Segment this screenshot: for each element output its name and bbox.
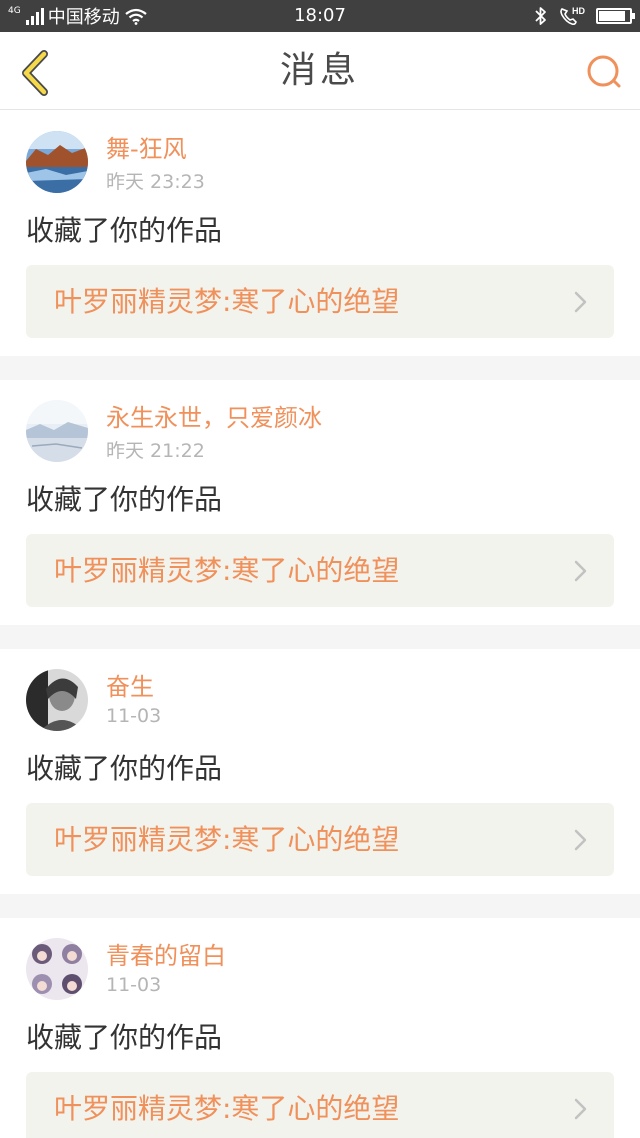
message-card: 舞-狂风 昨天 23:23 收藏了你的作品 叶罗丽精灵梦:寒了心的绝望 [0, 111, 640, 356]
message-time: 昨天 21:22 [106, 440, 205, 462]
user-avatar[interactable] [26, 131, 88, 193]
battery-fill [599, 11, 625, 21]
message-card: 青春的留白 11-03 收藏了你的作品 叶罗丽精灵梦:寒了心的绝望 [0, 918, 640, 1138]
page-title: 消息 [279, 50, 360, 91]
list-divider [0, 625, 640, 649]
message-action-text: 收藏了你的作品 [26, 214, 223, 247]
chevron-right-icon [574, 560, 587, 582]
message-time: 11-03 [106, 974, 162, 996]
chevron-right-icon [574, 291, 587, 313]
message-action-text: 收藏了你的作品 [26, 752, 223, 785]
work-link[interactable]: 叶罗丽精灵梦:寒了心的绝望 [26, 1072, 614, 1138]
svg-text:HD: HD [572, 6, 585, 16]
message-card: 永生永世，只爱颜冰 昨天 21:22 收藏了你的作品 叶罗丽精灵梦:寒了心的绝望 [0, 380, 640, 625]
message-time: 11-03 [106, 705, 162, 727]
message-card: 奋生 11-03 收藏了你的作品 叶罗丽精灵梦:寒了心的绝望 [0, 649, 640, 894]
username[interactable]: 青春的留白 [106, 936, 226, 971]
list-divider [0, 356, 640, 380]
hd-call-icon: HD [560, 6, 585, 26]
bluetooth-icon [535, 7, 546, 25]
status-bar: 4G 中国移动 18:07 HD [0, 0, 640, 32]
work-title: 叶罗丽精灵梦:寒了心的绝望 [54, 285, 400, 318]
top-nav-bar: 消息 [0, 32, 640, 110]
status-bar-right: HD [534, 0, 635, 32]
user-avatar[interactable] [26, 669, 88, 731]
work-link[interactable]: 叶罗丽精灵梦:寒了心的绝望 [26, 803, 614, 876]
username[interactable]: 奋生 [106, 667, 154, 702]
chevron-right-icon [574, 829, 587, 851]
search-button[interactable] [582, 50, 626, 94]
battery-icon [596, 8, 635, 24]
work-title: 叶罗丽精灵梦:寒了心的绝望 [54, 554, 400, 587]
work-link[interactable]: 叶罗丽精灵梦:寒了心的绝望 [26, 534, 614, 607]
work-link[interactable]: 叶罗丽精灵梦:寒了心的绝望 [26, 265, 614, 338]
chevron-right-icon [574, 1098, 587, 1120]
list-divider [0, 894, 640, 918]
message-time: 昨天 23:23 [106, 171, 205, 193]
username[interactable]: 舞-狂风 [106, 129, 187, 164]
message-list: 舞-狂风 昨天 23:23 收藏了你的作品 叶罗丽精灵梦:寒了心的绝望 永生永世… [0, 111, 640, 1138]
user-avatar[interactable] [26, 400, 88, 462]
message-action-text: 收藏了你的作品 [26, 1021, 223, 1054]
message-action-text: 收藏了你的作品 [26, 483, 223, 516]
username[interactable]: 永生永世，只爱颜冰 [106, 398, 322, 433]
work-title: 叶罗丽精灵梦:寒了心的绝望 [54, 823, 400, 856]
user-avatar[interactable] [26, 938, 88, 1000]
work-title: 叶罗丽精灵梦:寒了心的绝望 [54, 1092, 400, 1125]
